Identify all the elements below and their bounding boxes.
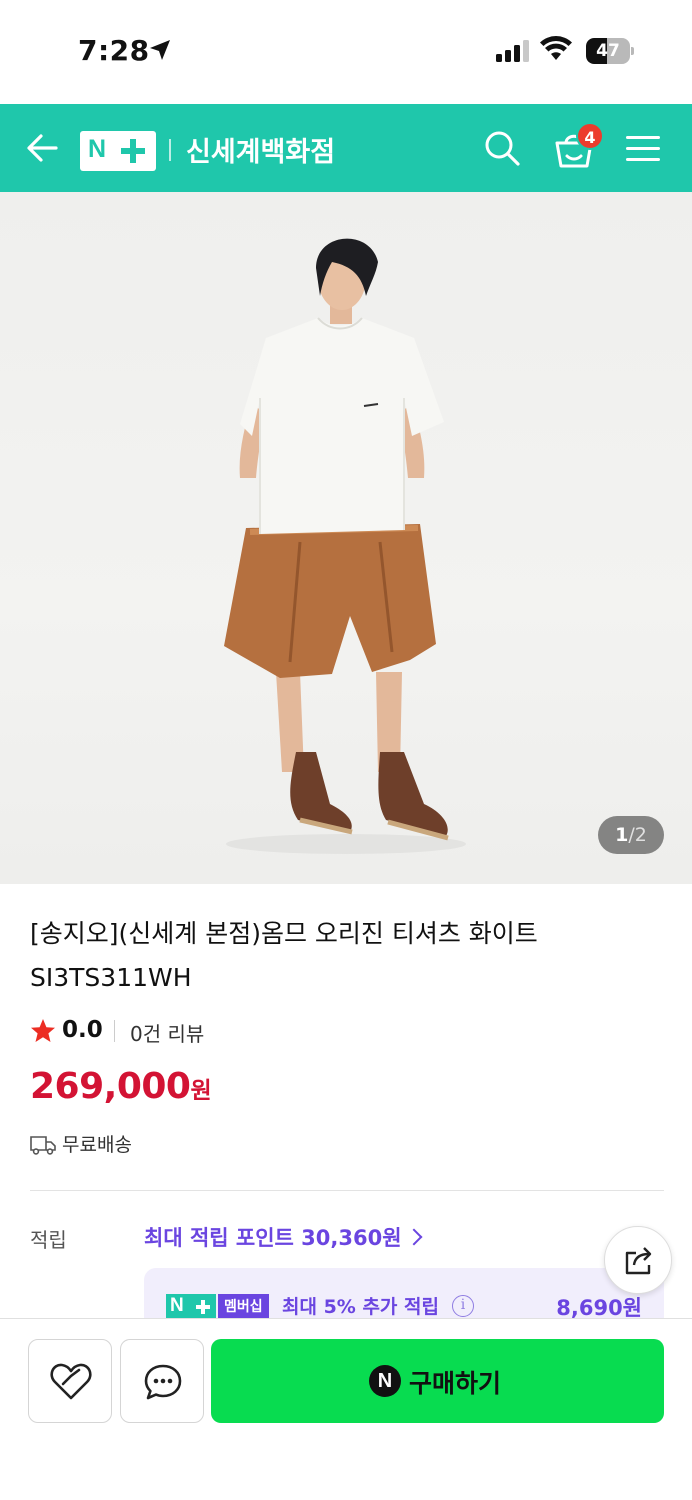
- battery-indicator: 47: [586, 38, 634, 64]
- image-counter-current: 1: [615, 824, 629, 846]
- share-icon: [625, 1247, 652, 1275]
- cart-count-badge: 4: [576, 122, 604, 150]
- share-button[interactable]: [604, 1226, 672, 1294]
- price-unit: 원: [190, 1078, 212, 1104]
- points-label: 적립: [30, 1228, 67, 1252]
- info-icon[interactable]: i: [452, 1295, 474, 1317]
- cellular-signal-icon: [496, 40, 529, 62]
- max-points-link[interactable]: 최대 적립 포인트 30,360원: [144, 1222, 423, 1252]
- chevron-right-icon: [405, 1228, 423, 1246]
- max-points-text: 최대 적립 포인트 30,360원: [144, 1226, 402, 1250]
- naver-plus-small-logo: N: [166, 1294, 216, 1320]
- bottom-action-bar: N 구매하기: [0, 1318, 692, 1500]
- product-image[interactable]: [0, 192, 692, 884]
- truck-icon: [30, 1136, 56, 1155]
- search-icon[interactable]: [482, 128, 522, 168]
- battery-percent: 47: [596, 41, 620, 61]
- heart-check-icon: [50, 1363, 92, 1400]
- talk-button[interactable]: [120, 1339, 204, 1423]
- wifi-icon: [540, 36, 572, 60]
- store-name[interactable]: 신세계백화점: [186, 130, 335, 169]
- chat-bubble-icon: [144, 1364, 182, 1400]
- price-value: 269,000: [30, 1066, 191, 1107]
- image-counter-total: 2: [634, 824, 647, 846]
- back-arrow-icon[interactable]: [22, 128, 62, 168]
- hamburger-menu-icon[interactable]: [624, 132, 662, 166]
- status-bar: 7:28 47: [0, 0, 692, 104]
- section-divider: [30, 1190, 664, 1191]
- price: 269,000원: [30, 1066, 212, 1107]
- review-count[interactable]: 0건 리뷰: [130, 1018, 204, 1047]
- model-photo: [224, 238, 466, 854]
- membership-text: 최대 5% 추가 적립: [282, 1296, 439, 1318]
- rating-value: 0.0: [62, 1017, 103, 1043]
- header-divider: [169, 139, 171, 161]
- location-arrow-icon: [150, 40, 170, 60]
- naver-pay-n-icon: N: [369, 1365, 401, 1397]
- membership-tag: 멤버십: [218, 1294, 269, 1320]
- buy-button[interactable]: N 구매하기: [211, 1339, 664, 1423]
- shipping-text: 무료배송: [62, 1134, 132, 1156]
- wishlist-button[interactable]: [28, 1339, 112, 1423]
- status-time: 7:28: [78, 34, 150, 67]
- rating-separator: [114, 1020, 115, 1042]
- naver-plus-logo[interactable]: N: [80, 131, 156, 171]
- product-title: [송지오](신세계 본점)옴므 오리진 티셔츠 화이트 SI3TS311WH: [30, 919, 538, 992]
- star-icon: [31, 1019, 55, 1042]
- image-counter: 1/2: [598, 816, 664, 854]
- buy-label: 구매하기: [409, 1369, 502, 1398]
